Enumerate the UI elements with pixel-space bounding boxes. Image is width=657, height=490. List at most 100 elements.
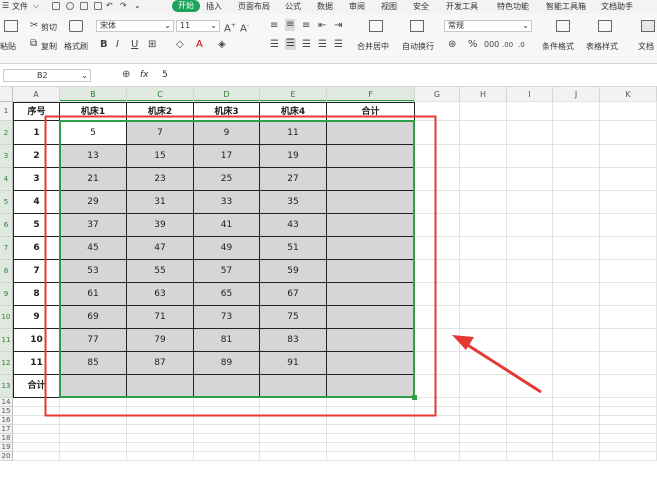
data-cell[interactable]: 8: [13, 283, 60, 306]
row-header-17[interactable]: 17: [0, 425, 13, 434]
data-cell[interactable]: [327, 168, 415, 191]
file-menu[interactable]: 文件: [12, 1, 28, 12]
print-icon[interactable]: [80, 2, 88, 10]
tab-view[interactable]: 视图: [381, 1, 397, 12]
wrap-text-icon[interactable]: [410, 20, 424, 32]
data-cell[interactable]: 35: [260, 191, 327, 214]
column-header-k[interactable]: K: [600, 87, 657, 102]
italic-icon[interactable]: I: [116, 40, 119, 50]
active-cell[interactable]: 5: [60, 121, 127, 145]
data-cell[interactable]: 39: [127, 214, 194, 237]
data-cell[interactable]: 11: [13, 352, 60, 375]
column-header-f[interactable]: F: [327, 87, 415, 102]
hamburger-icon[interactable]: ☰: [2, 1, 9, 10]
data-cell[interactable]: [327, 121, 415, 145]
align-left-icon[interactable]: ☰: [270, 40, 279, 50]
data-cell[interactable]: 75: [260, 306, 327, 329]
header-cell[interactable]: 序号: [13, 102, 60, 121]
tab-home[interactable]: 开始: [172, 0, 200, 12]
data-cell[interactable]: [327, 214, 415, 237]
data-cell[interactable]: 89: [194, 352, 260, 375]
row-header-4[interactable]: 4: [0, 168, 13, 191]
data-cell[interactable]: 1: [13, 121, 60, 145]
paste-icon[interactable]: [4, 20, 18, 32]
data-cell[interactable]: 63: [127, 283, 194, 306]
row-header-11[interactable]: 11: [0, 329, 13, 352]
row-header-9[interactable]: 9: [0, 283, 13, 306]
bold-icon[interactable]: B: [100, 40, 108, 50]
justify-icon[interactable]: ☰: [318, 40, 327, 50]
tab-insert[interactable]: 插入: [206, 1, 222, 12]
redo-icon[interactable]: ↷: [120, 1, 127, 10]
tab-developer[interactable]: 开发工具: [446, 1, 478, 12]
data-cell[interactable]: 45: [60, 237, 127, 260]
data-cell[interactable]: 81: [194, 329, 260, 352]
data-cell[interactable]: 27: [260, 168, 327, 191]
conditional-format-icon[interactable]: [556, 20, 570, 32]
data-cell[interactable]: 65: [194, 283, 260, 306]
outdent-icon[interactable]: ⇥: [334, 21, 342, 31]
data-cell[interactable]: 61: [60, 283, 127, 306]
data-cell[interactable]: [327, 329, 415, 352]
tab-doc-assistant[interactable]: 文档助手: [601, 1, 633, 12]
data-cell[interactable]: 4: [13, 191, 60, 214]
data-cell[interactable]: 25: [194, 168, 260, 191]
align-right-icon[interactable]: ☰: [302, 40, 311, 50]
data-cell[interactable]: 49: [194, 237, 260, 260]
row-header-20[interactable]: 20: [0, 452, 13, 461]
data-cell[interactable]: [327, 306, 415, 329]
paste-button[interactable]: 粘贴: [0, 41, 16, 52]
align-middle-icon[interactable]: ≡: [285, 19, 296, 31]
row-header-19[interactable]: 19: [0, 443, 13, 452]
align-top-icon[interactable]: ≡: [270, 21, 278, 31]
undo-icon[interactable]: ↶: [106, 1, 113, 10]
format-painter-icon[interactable]: [69, 20, 83, 32]
merge-center-icon[interactable]: [369, 20, 383, 32]
data-cell[interactable]: [327, 191, 415, 214]
data-cell[interactable]: 57: [194, 260, 260, 283]
header-cell[interactable]: 机床1: [60, 102, 127, 121]
copy-button[interactable]: 复制: [41, 41, 57, 52]
data-cell[interactable]: 7: [13, 260, 60, 283]
percent-icon[interactable]: %: [468, 40, 478, 50]
header-cell[interactable]: 机床2: [127, 102, 194, 121]
row-header-8[interactable]: 8: [0, 260, 13, 283]
tab-formulas[interactable]: 公式: [285, 1, 301, 12]
document-button[interactable]: 文档: [638, 41, 654, 52]
row-header-15[interactable]: 15: [0, 407, 13, 416]
header-cell[interactable]: 机床3: [194, 102, 260, 121]
tab-review[interactable]: 审阅: [349, 1, 365, 12]
data-cell[interactable]: 5: [13, 214, 60, 237]
data-cell[interactable]: [327, 352, 415, 375]
column-header-e[interactable]: E: [260, 87, 327, 102]
data-cell[interactable]: 15: [127, 145, 194, 168]
data-cell[interactable]: 合计: [13, 375, 60, 398]
number-format-select[interactable]: 常规 ⌄: [444, 20, 532, 32]
row-header-16[interactable]: 16: [0, 416, 13, 425]
data-cell[interactable]: 87: [127, 352, 194, 375]
data-cell[interactable]: 31: [127, 191, 194, 214]
data-cell[interactable]: 9: [13, 306, 60, 329]
header-cell[interactable]: 机床4: [260, 102, 327, 121]
data-cell[interactable]: [327, 260, 415, 283]
data-cell[interactable]: [127, 375, 194, 398]
row-header-7[interactable]: 7: [0, 237, 13, 260]
data-cell[interactable]: 43: [260, 214, 327, 237]
data-cell[interactable]: 23: [127, 168, 194, 191]
header-cell[interactable]: 合计: [327, 102, 415, 121]
align-bottom-icon[interactable]: ≡: [302, 21, 310, 31]
column-header-a[interactable]: A: [13, 87, 60, 102]
data-cell[interactable]: [60, 375, 127, 398]
document-icon[interactable]: [641, 20, 655, 32]
spreadsheet-grid[interactable]: ABCDEFGHIJK 1 2 3 4 5 6 7 8 9 10 11 12 13 14 15 16 17 18 1…: [0, 87, 657, 490]
data-cell[interactable]: 7: [127, 121, 194, 145]
table-style-icon[interactable]: [598, 20, 612, 32]
conditional-format-button[interactable]: 条件格式: [542, 41, 574, 52]
data-cell[interactable]: 83: [260, 329, 327, 352]
fill-color-icon[interactable]: ◇: [176, 40, 184, 50]
data-cell[interactable]: 77: [60, 329, 127, 352]
merge-center-button[interactable]: 合并居中: [357, 41, 389, 52]
quick-access-more-icon[interactable]: ⌄: [134, 1, 141, 10]
wrap-text-button[interactable]: 自动换行: [402, 41, 434, 52]
data-cell[interactable]: 59: [260, 260, 327, 283]
